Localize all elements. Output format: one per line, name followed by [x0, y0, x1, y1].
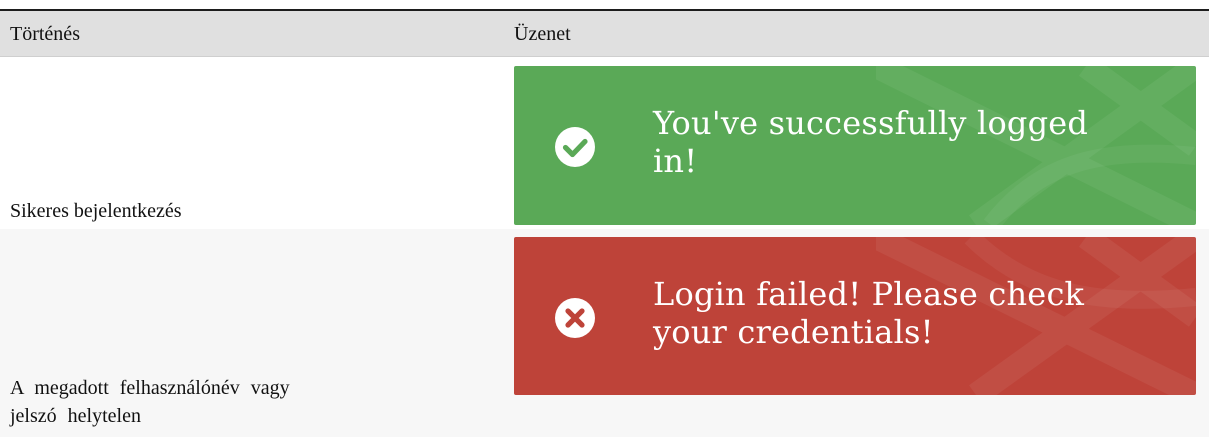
event-cell: A megadott felhasználónév vagy jelszó he…	[10, 377, 290, 427]
table-row: Sikeres bejelentkezés You've successfull…	[0, 57, 1209, 229]
header-event: Történés	[10, 23, 80, 45]
event-cell: Sikeres bejelentkezés	[10, 200, 182, 222]
table-header-row: Történés Üzenet	[0, 11, 1209, 57]
header-message: Üzenet	[514, 23, 571, 45]
error-alert: Login failed! Please check your credenti…	[514, 237, 1196, 395]
success-message: You've successfully logged in!	[653, 104, 1089, 180]
error-message: Login failed! Please check your credenti…	[653, 275, 1085, 351]
x-circle-icon	[555, 298, 595, 338]
table-row: A megadott felhasználónév vagy jelszó he…	[0, 229, 1209, 437]
check-circle-icon	[555, 127, 595, 167]
messages-table: Történés Üzenet Sikeres bejelentkezés Yo…	[0, 0, 1209, 437]
success-alert: You've successfully logged in!	[514, 66, 1196, 225]
